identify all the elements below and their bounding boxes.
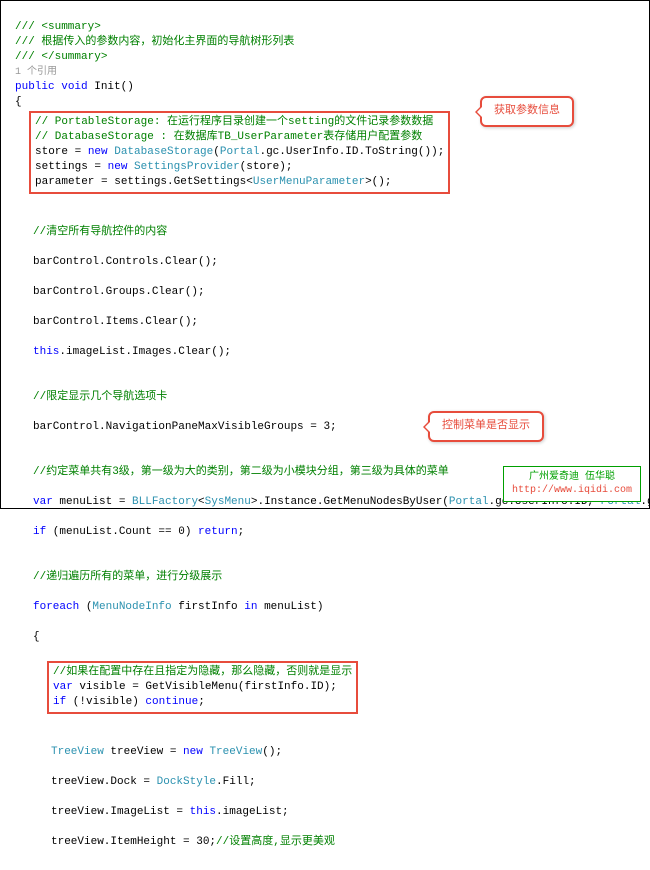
code-block: /// <summary> /// 根据传入的参数内容，初始化主界面的导航树形列… [1,1,649,869]
line-parameter: parameter = settings.GetSettings<UserMen… [35,176,391,188]
watermark-logo: 广州爱奇迪 伍华聪 http://www.iqidi.com [503,466,641,502]
line-treeview-height: treeView.ItemHeight = 30;//设置高度,显示更美观 [15,835,641,850]
line-clear-groups: barControl.Groups.Clear(); [15,285,641,300]
line-continue: if (!visible) continue; [53,696,205,708]
line-treeview-dock: treeView.Dock = DockStyle.Fill; [15,775,641,790]
line-clear-items: barControl.Items.Clear(); [15,315,641,330]
line-clear-images: this.imageList.Images.Clear(); [15,345,641,360]
watermark-url: http://www.iqidi.com [512,484,632,497]
comment-visible: //如果在配置中存在且指定为隐藏，那么隐藏，否则就是显示 [53,666,352,678]
highlight-box-1: // PortableStorage: 在运行程序目录创建一个setting的文… [29,111,450,194]
highlight-box-2: //如果在配置中存在且指定为隐藏，那么隐藏，否则就是显示 var visible… [47,661,358,714]
comment-portable: // PortableStorage: 在运行程序目录创建一个setting的文… [35,116,433,128]
references-count: 1 个引用 [15,67,57,78]
xml-doc-summary-open: /// <summary> [15,21,101,33]
line-treeview-new: TreeView treeView = new TreeView(); [15,745,641,760]
line-clear-controls: barControl.Controls.Clear(); [15,255,641,270]
line-settings: settings = new SettingsProvider(store); [35,161,292,173]
brace-open-2: { [15,630,641,645]
comment-limit: //限定显示几个导航选项卡 [15,390,641,405]
line-treeview-imagelist: treeView.ImageList = this.imageList; [15,805,641,820]
line-visible: var visible = GetVisibleMenu(firstInfo.I… [53,681,337,693]
line-max-groups: barControl.NavigationPaneMaxVisibleGroup… [15,420,641,435]
comment-clear: //清空所有导航控件的内容 [15,225,641,240]
callout-control-menu: 控制菜单是否显示 [428,411,544,442]
brace-open: { [15,96,22,108]
line-if-empty: if (menuList.Count == 0) return; [15,525,641,540]
xml-doc-summary-close: /// </summary> [15,51,107,63]
comment-database: // DatabaseStorage : 在数据库TB_UserParamete… [35,131,422,143]
callout-get-params: 获取参数信息 [480,96,574,127]
line-foreach: foreach (MenuNodeInfo firstInfo in menuL… [15,600,641,615]
method-signature: public void Init() [15,81,134,93]
comment-recurse: //递归遍历所有的菜单，进行分级展示 [15,570,641,585]
line-store: store = new DatabaseStorage(Portal.gc.Us… [35,146,444,158]
watermark-author: 广州爱奇迪 伍华聪 [512,471,632,484]
xml-doc-desc: /// 根据传入的参数内容，初始化主界面的导航树形列表 [15,36,294,48]
